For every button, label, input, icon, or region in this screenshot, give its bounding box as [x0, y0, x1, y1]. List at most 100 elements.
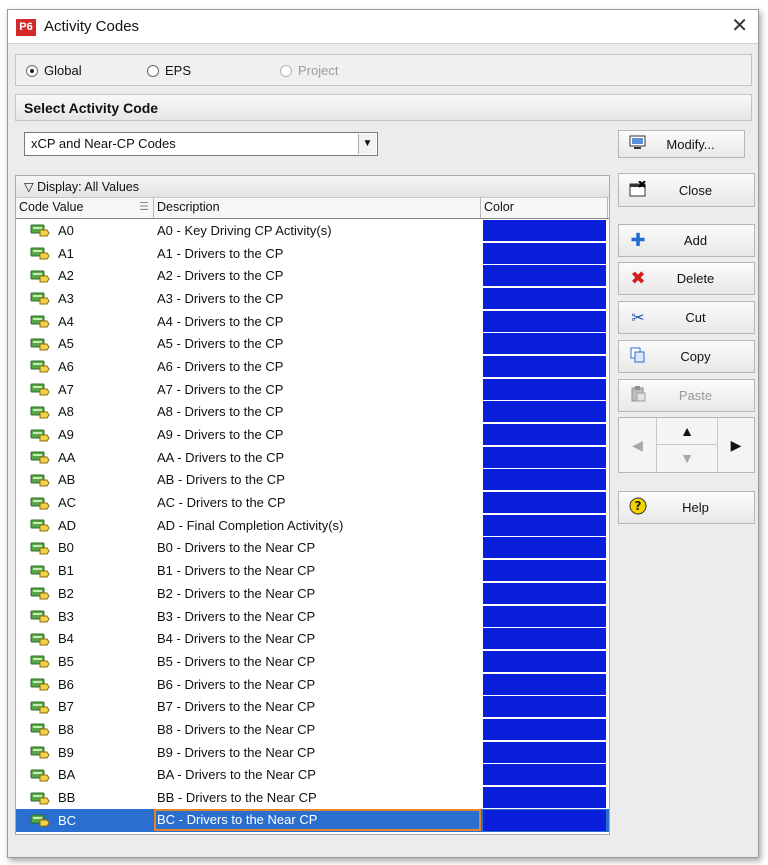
color-swatch[interactable]	[483, 219, 606, 241]
table-row[interactable]: B1 B1 - Drivers to the Near CP	[16, 559, 609, 582]
code-value-cell[interactable]: AD	[16, 518, 154, 533]
description-cell[interactable]: A9 - Drivers to the CP	[154, 427, 481, 442]
table-row[interactable]: A8 A8 - Drivers to the CP	[16, 401, 609, 424]
code-value-cell[interactable]: A4	[16, 314, 154, 329]
radio-global-dot[interactable]	[26, 64, 38, 77]
radio-global[interactable]: Global	[26, 63, 82, 78]
description-cell[interactable]: AA - Drivers to the CP	[154, 450, 481, 465]
table-row[interactable]: B8 B8 - Drivers to the Near CP	[16, 718, 609, 741]
description-cell[interactable]: B8 - Drivers to the Near CP	[154, 722, 481, 737]
description-cell[interactable]: B2 - Drivers to the Near CP	[154, 586, 481, 601]
close-window-icon[interactable]: ✕	[731, 14, 748, 38]
table-row[interactable]: A9 A9 - Drivers to the CP	[16, 423, 609, 446]
description-cell[interactable]: B1 - Drivers to the Near CP	[154, 563, 481, 578]
color-swatch[interactable]	[483, 764, 606, 786]
move-down-button[interactable]: ▼	[657, 445, 717, 472]
description-cell[interactable]: A2 - Drivers to the CP	[154, 268, 481, 283]
description-cell[interactable]: AC - Drivers to the CP	[154, 495, 481, 510]
modify-button[interactable]: Modify...	[618, 130, 745, 158]
color-swatch[interactable]	[483, 673, 606, 695]
color-swatch[interactable]	[483, 582, 606, 604]
description-cell[interactable]: A0 - Key Driving CP Activity(s)	[154, 223, 481, 238]
description-cell[interactable]: B7 - Drivers to the Near CP	[154, 699, 481, 714]
delete-button[interactable]: ✖ Delete	[618, 262, 755, 295]
color-swatch[interactable]	[483, 265, 606, 287]
color-swatch[interactable]	[483, 378, 606, 400]
add-button[interactable]: ✚ Add	[618, 224, 755, 257]
column-header-description[interactable]: Description	[154, 198, 481, 218]
color-swatch[interactable]	[483, 287, 606, 309]
description-cell[interactable]: B0 - Drivers to the Near CP	[154, 540, 481, 555]
table-row[interactable]: BB BB - Drivers to the Near CP	[16, 786, 609, 809]
description-cell[interactable]: A6 - Drivers to the CP	[154, 359, 481, 374]
close-button[interactable]: Close	[618, 173, 755, 207]
table-row[interactable]: AB AB - Drivers to the CP	[16, 469, 609, 492]
help-button[interactable]: ? Help	[618, 491, 755, 524]
code-value-cell[interactable]: A6	[16, 359, 154, 374]
description-cell[interactable]: A4 - Drivers to the CP	[154, 314, 481, 329]
code-value-cell[interactable]: BC	[16, 813, 154, 828]
table-row[interactable]: BC BC - Drivers to the Near CP	[16, 808, 609, 832]
radio-eps[interactable]: EPS	[147, 63, 191, 78]
radio-eps-dot[interactable]	[147, 64, 159, 77]
table-row[interactable]: AA AA - Drivers to the CP	[16, 446, 609, 469]
column-header-code-value[interactable]: Code Value ☰	[16, 198, 154, 218]
dropdown-arrow-icon[interactable]: ▼	[358, 134, 376, 154]
move-right-button[interactable]: ▶	[717, 418, 754, 472]
table-row[interactable]: B3 B3 - Drivers to the Near CP	[16, 605, 609, 628]
description-cell[interactable]: B3 - Drivers to the Near CP	[154, 609, 481, 624]
code-value-cell[interactable]: B9	[16, 745, 154, 760]
color-swatch[interactable]	[483, 424, 606, 446]
code-value-cell[interactable]: B7	[16, 699, 154, 714]
description-cell[interactable]: AB - Drivers to the CP	[154, 472, 481, 487]
column-header-color[interactable]: Color	[481, 198, 608, 218]
table-row[interactable]: A3 A3 - Drivers to the CP	[16, 287, 609, 310]
color-swatch[interactable]	[483, 537, 606, 559]
description-cell[interactable]: B9 - Drivers to the Near CP	[154, 745, 481, 760]
code-value-cell[interactable]: AC	[16, 495, 154, 510]
description-cell[interactable]: A8 - Drivers to the CP	[154, 404, 481, 419]
table-row[interactable]: A2 A2 - Drivers to the CP	[16, 264, 609, 287]
code-value-cell[interactable]: B5	[16, 654, 154, 669]
table-row[interactable]: A1 A1 - Drivers to the CP	[16, 242, 609, 265]
description-cell[interactable]: A5 - Drivers to the CP	[154, 336, 481, 351]
color-swatch[interactable]	[483, 696, 606, 718]
activity-code-type-select[interactable]: xCP and Near-CP Codes ▼	[24, 132, 378, 156]
code-value-cell[interactable]: B0	[16, 540, 154, 555]
table-row[interactable]: B7 B7 - Drivers to the Near CP	[16, 695, 609, 718]
table-row[interactable]: AC AC - Drivers to the CP	[16, 491, 609, 514]
code-value-cell[interactable]: BB	[16, 790, 154, 805]
color-swatch[interactable]	[483, 469, 606, 491]
color-swatch[interactable]	[483, 242, 606, 264]
code-value-cell[interactable]: AB	[16, 472, 154, 487]
table-row[interactable]: B5 B5 - Drivers to the Near CP	[16, 650, 609, 673]
table-row[interactable]: B6 B6 - Drivers to the Near CP	[16, 673, 609, 696]
description-cell[interactable]: B4 - Drivers to the Near CP	[154, 631, 481, 646]
display-filter-bar[interactable]: ▽ Display: All Values	[16, 176, 609, 198]
move-left-button[interactable]: ◀	[619, 418, 657, 472]
color-swatch[interactable]	[483, 605, 606, 627]
code-value-cell[interactable]: A0	[16, 223, 154, 238]
description-cell[interactable]: B6 - Drivers to the Near CP	[154, 677, 481, 692]
table-row[interactable]: A0 A0 - Key Driving CP Activity(s)	[16, 219, 609, 242]
code-value-cell[interactable]: B1	[16, 563, 154, 578]
code-value-cell[interactable]: A2	[16, 268, 154, 283]
description-cell[interactable]: AD - Final Completion Activity(s)	[154, 518, 481, 533]
color-swatch[interactable]	[483, 650, 606, 672]
table-row[interactable]: B2 B2 - Drivers to the Near CP	[16, 582, 609, 605]
code-value-cell[interactable]: B6	[16, 677, 154, 692]
cut-button[interactable]: ✂ Cut	[618, 301, 755, 334]
color-swatch[interactable]	[483, 628, 606, 650]
code-value-cell[interactable]: A9	[16, 427, 154, 442]
code-value-cell[interactable]: AA	[16, 450, 154, 465]
color-swatch[interactable]	[483, 718, 606, 740]
code-value-cell[interactable]: A8	[16, 404, 154, 419]
code-value-cell[interactable]: B4	[16, 631, 154, 646]
copy-button[interactable]: Copy	[618, 340, 755, 373]
move-up-button[interactable]: ▲	[657, 418, 717, 445]
table-row[interactable]: AD AD - Final Completion Activity(s)	[16, 514, 609, 537]
color-swatch[interactable]	[483, 809, 606, 831]
color-swatch[interactable]	[483, 333, 606, 355]
table-row[interactable]: A4 A4 - Drivers to the CP	[16, 310, 609, 333]
color-swatch[interactable]	[483, 741, 606, 763]
